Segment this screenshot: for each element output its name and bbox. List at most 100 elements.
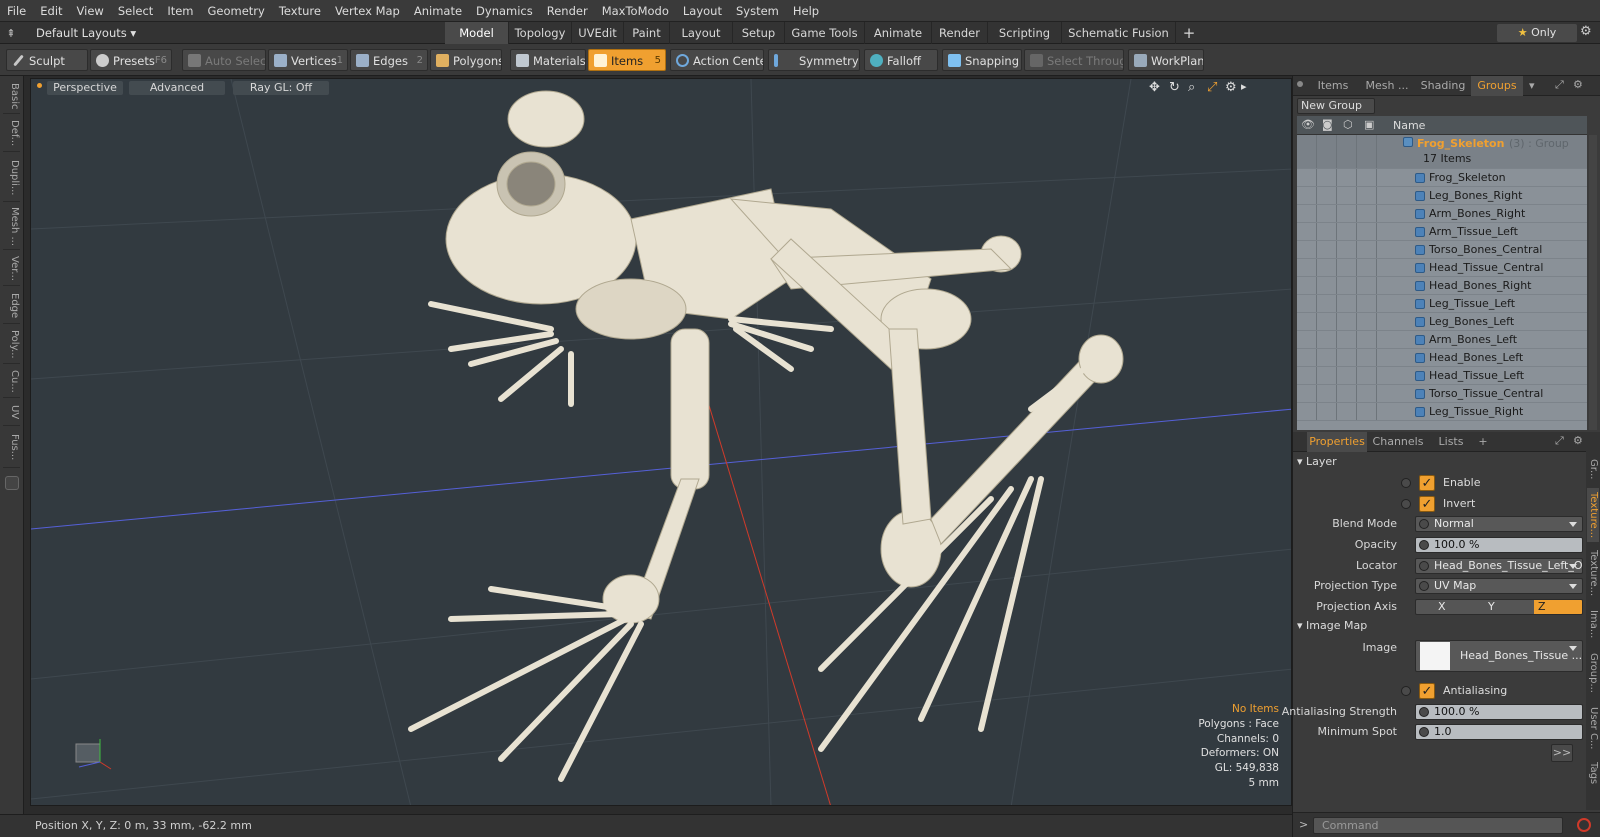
aa-strength-slider[interactable]: 100.0 % (1415, 704, 1583, 720)
menu-maxtomodo[interactable]: MaxToModo (595, 0, 676, 22)
symmetry-button[interactable]: Symmetry (768, 49, 860, 71)
group-item-row[interactable]: Arm_Tissue_Left (1297, 223, 1587, 241)
items-button[interactable]: Items 5 (588, 49, 666, 71)
presets-button[interactable]: Presets F6 (90, 49, 172, 71)
left-tab-deform[interactable]: Def... (3, 116, 20, 152)
side-tab-tags[interactable]: Tags (1587, 758, 1599, 788)
tab-render[interactable]: Render (932, 22, 988, 44)
group-item-row[interactable]: Torso_Bones_Central (1297, 241, 1587, 259)
workplane-button[interactable]: WorkPlane (1128, 49, 1204, 71)
group-item-row[interactable]: Leg_Bones_Left (1297, 313, 1587, 331)
group-item-row[interactable]: Head_Tissue_Left (1297, 367, 1587, 385)
axis-z-option[interactable]: Z (1534, 600, 1582, 614)
side-tab-user-channels[interactable]: User C... (1587, 702, 1599, 754)
gear-icon[interactable]: ⚙ (1580, 24, 1596, 42)
group-item-row[interactable]: Leg_Tissue_Right (1297, 403, 1587, 421)
render-header-icon[interactable]: ◙ (1322, 118, 1333, 131)
zoom-view-icon[interactable]: ⌕ (1188, 80, 1195, 95)
panel-menu-icon[interactable] (1297, 81, 1303, 87)
vertices-button[interactable]: Vertices 1 (268, 49, 348, 71)
only-toggle[interactable]: ★ Only (1497, 24, 1577, 42)
rotate-view-icon[interactable]: ↻ (1169, 80, 1180, 95)
left-tab-duplicate[interactable]: Dupli... (3, 154, 20, 202)
more-properties-button[interactable]: >> (1551, 744, 1573, 762)
tab-game-tools[interactable]: Game Tools (785, 22, 865, 44)
lock-header-icon[interactable]: ⬡ (1343, 118, 1353, 131)
tab-items[interactable]: Items (1307, 76, 1359, 96)
tab-mesh[interactable]: Mesh ... (1359, 76, 1415, 96)
shading-dropdown[interactable]: Advanced (129, 81, 225, 95)
layout-expand-icon[interactable]: ⇞ (0, 27, 22, 40)
minimum-spot-field[interactable]: 1.0 (1415, 724, 1583, 740)
menu-vertex-map[interactable]: Vertex Map (328, 0, 407, 22)
name-column-header[interactable]: Name (1393, 119, 1425, 132)
command-input[interactable]: Command (1313, 817, 1563, 834)
left-tab-curve[interactable]: Cu... (3, 366, 20, 398)
tab-properties[interactable]: Properties (1307, 432, 1367, 452)
record-macro-icon[interactable] (1577, 818, 1591, 832)
menu-item[interactable]: Item (160, 0, 200, 22)
tab-model[interactable]: Model (445, 22, 509, 44)
image-select[interactable]: Head_Bones_Tissue ... (1415, 640, 1583, 672)
panel-gear-icon[interactable]: ⚙ (1573, 78, 1583, 91)
antialiasing-checkbox[interactable]: ✓ (1419, 683, 1435, 699)
group-item-row[interactable]: Leg_Bones_Right (1297, 187, 1587, 205)
group-item-row[interactable]: Arm_Bones_Right (1297, 205, 1587, 223)
tab-channels[interactable]: Channels (1369, 432, 1427, 452)
tab-layout[interactable]: Layout (670, 22, 733, 44)
action-center-button[interactable]: Action Center (670, 49, 764, 71)
layout-dropdown[interactable]: Default Layouts ▾ (22, 26, 136, 40)
group-item-row[interactable]: Head_Bones_Left (1297, 349, 1587, 367)
side-tab-group-2[interactable]: Group... (1587, 648, 1599, 698)
tab-lists[interactable]: Lists (1429, 432, 1473, 452)
group-item-row[interactable]: Head_Bones_Right (1297, 277, 1587, 295)
menu-system[interactable]: System (729, 0, 786, 22)
materials-button[interactable]: Materials (510, 49, 586, 71)
layer-section-header[interactable]: ▾ Layer (1297, 453, 1583, 471)
menu-select[interactable]: Select (111, 0, 160, 22)
side-tab-group[interactable]: Gr... (1587, 454, 1599, 484)
3d-viewport[interactable]: Perspective Advanced Ray GL: Off ✥ ↻ ⌕ ⤢… (30, 78, 1292, 806)
tab-scripting[interactable]: Scripting (988, 22, 1062, 44)
menu-geometry[interactable]: Geometry (201, 0, 272, 22)
left-tab-edge[interactable]: Edge (3, 288, 20, 324)
tab-uvedit[interactable]: UVEdit (572, 22, 624, 44)
group-item-row[interactable]: Frog_Skeleton (1297, 169, 1587, 187)
side-tab-texture-layer[interactable]: Texture... (1587, 488, 1599, 542)
select-header-icon[interactable]: ▣ (1364, 118, 1374, 131)
auto-select-button[interactable]: Auto Select (182, 49, 266, 71)
viewport-menu-dot-icon[interactable] (37, 83, 42, 88)
properties-maximize-icon[interactable]: ⤢ (1555, 434, 1564, 448)
add-tab-button[interactable]: + (1176, 22, 1202, 44)
menu-dynamics[interactable]: Dynamics (469, 0, 540, 22)
axis-y-option[interactable]: Y (1484, 600, 1534, 614)
add-properties-tab[interactable]: + (1473, 432, 1493, 452)
view-mode-dropdown[interactable]: Perspective (47, 81, 123, 95)
enable-checkbox[interactable]: ✓ (1419, 475, 1435, 491)
group-item-row[interactable]: Arm_Bones_Left (1297, 331, 1587, 349)
maximize-icon[interactable]: ⤢ (1555, 78, 1564, 92)
menu-file[interactable]: File (0, 0, 33, 22)
group-row[interactable]: Frog_Skeleton (3) : Group 17 Items (1297, 135, 1587, 169)
group-item-row[interactable]: Head_Tissue_Central (1297, 259, 1587, 277)
tab-animate[interactable]: Animate (865, 22, 932, 44)
viewport-settings-icon[interactable]: ⚙ (1225, 80, 1237, 95)
edges-button[interactable]: Edges 2 (350, 49, 428, 71)
left-tab-basic[interactable]: Basic (3, 80, 20, 114)
sculpt-button[interactable]: Sculpt (6, 49, 88, 71)
left-tab-uv[interactable]: UV (3, 400, 20, 426)
locator-select[interactable]: Head_Bones_Tissue_Left_Op... (1415, 558, 1583, 574)
axis-x-option[interactable]: X (1434, 600, 1484, 614)
tab-setup[interactable]: Setup (733, 22, 785, 44)
left-tab-polygon[interactable]: Poly... (3, 326, 20, 364)
select-through-button[interactable]: Select Through (1024, 49, 1124, 71)
properties-gear-icon[interactable]: ⚙ (1573, 434, 1583, 447)
left-tab-vertex[interactable]: Ver... (3, 252, 20, 286)
tab-groups[interactable]: Groups (1471, 76, 1523, 96)
projection-type-select[interactable]: UV Map (1415, 578, 1583, 594)
group-list-scrollbar[interactable] (1589, 135, 1597, 430)
tab-shading[interactable]: Shading (1415, 76, 1471, 96)
opacity-slider[interactable]: 100.0 % (1415, 537, 1583, 553)
move-view-icon[interactable]: ✥ (1149, 80, 1160, 95)
left-tab-fusion[interactable]: Fus... (3, 428, 20, 468)
